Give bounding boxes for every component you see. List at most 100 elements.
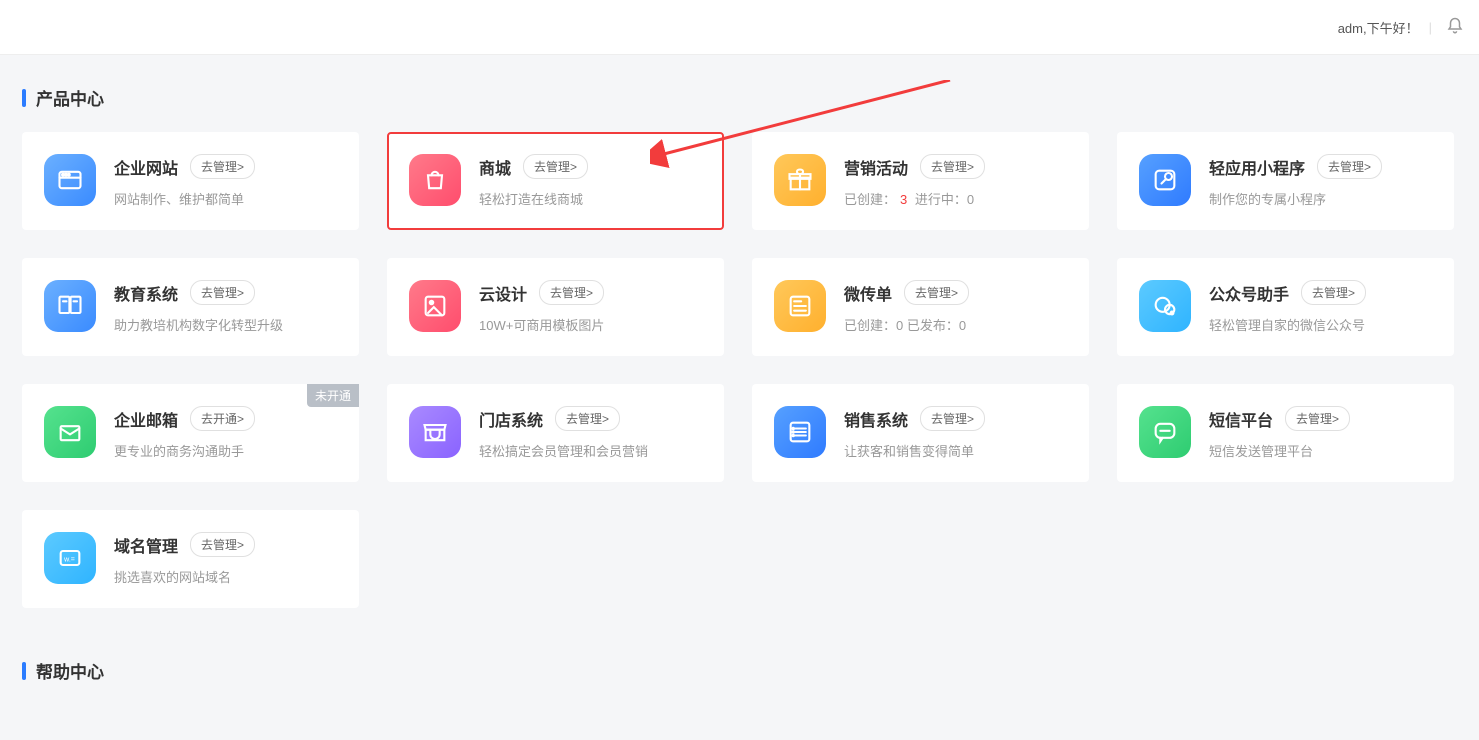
card-subtitle: 短信发送管理平台 [1209,441,1434,460]
manage-button[interactable]: 去管理> [1285,406,1350,431]
card-subtitle: 让获客和销售变得简单 [844,441,1069,460]
card-body: 域名管理去管理> 挑选喜欢的网站域名 [114,532,339,586]
manage-button[interactable]: 去管理> [555,406,620,431]
manage-button[interactable]: 去开通> [190,406,255,431]
card-subtitle: 挑选喜欢的网站域名 [114,567,339,586]
card-title: 商城 [479,155,511,179]
card-title-row: 教育系统去管理> [114,280,339,305]
topbar: adm,下午好！ | [0,0,1479,55]
product-card[interactable]: w.= 域名管理去管理> 挑选喜欢的网站域名 [22,510,359,608]
card-subtitle-part: 已创建： [844,192,896,207]
card-title: 短信平台 [1209,407,1273,431]
image-icon [409,280,461,332]
card-title: 域名管理 [114,533,178,557]
news-icon [774,280,826,332]
user-greeting: adm,下午好！ [1338,18,1419,37]
card-subtitle: 制作您的专属小程序 [1209,189,1434,208]
product-card[interactable]: 未开通企业邮箱去开通>更专业的商务沟通助手 [22,384,359,482]
card-subtitle: 10W+可商用模板图片 [479,315,704,334]
card-title-row: 企业邮箱去开通> [114,406,339,431]
card-subtitle: 更专业的商务沟通助手 [114,441,339,460]
manage-button[interactable]: 去管理> [539,280,604,305]
card-body: 云设计去管理> 10W+可商用模板图片 [479,280,704,334]
card-body: 销售系统去管理> 让获客和销售变得简单 [844,406,1069,460]
card-title-row: 短信平台去管理> [1209,406,1434,431]
card-body: 门店系统去管理> 轻松搞定会员管理和会员营销 [479,406,704,460]
section-title-text: 产品中心 [36,85,104,110]
section-bar-icon [22,89,26,107]
product-card[interactable]: 销售系统去管理> 让获客和销售变得简单 [752,384,1089,482]
card-title: 销售系统 [844,407,908,431]
product-card[interactable]: 门店系统去管理> 轻松搞定会员管理和会员营销 [387,384,724,482]
card-title-row: 轻应用小程序去管理> [1209,154,1434,179]
manage-button[interactable]: 去管理> [920,154,985,179]
card-subtitle: 已创建：0 已发布：0 [844,315,1069,334]
card-subtitle: 助力教培机构数字化转型升级 [114,315,339,334]
card-body: 公众号助手去管理> 轻松管理自家的微信公众号 [1209,280,1434,334]
domain-icon: w.= [44,532,96,584]
mail-icon [44,406,96,458]
book-icon [44,280,96,332]
card-subtitle-part: 已创建：0 已发布：0 [844,318,966,333]
manage-button[interactable]: 去管理> [1317,154,1382,179]
bag-icon [409,154,461,206]
product-card[interactable]: 教育系统去管理> 助力教培机构数字化转型升级 [22,258,359,356]
msg-icon [1139,406,1191,458]
products-grid: 企业网站去管理>网站制作、维护都简单商城去管理>轻松打造在线商城营销活动去管理>… [0,132,1479,608]
card-title-row: 企业网站去管理> [114,154,339,179]
card-subtitle: 轻松管理自家的微信公众号 [1209,315,1434,334]
manage-button[interactable]: 去管理> [920,406,985,431]
card-body: 商城去管理> 轻松打造在线商城 [479,154,704,208]
card-title-row: 营销活动去管理> [844,154,1069,179]
manage-button[interactable]: 去管理> [190,532,255,557]
card-title: 云设计 [479,281,527,305]
card-title-row: 云设计去管理> [479,280,704,305]
card-title-row: 销售系统去管理> [844,406,1069,431]
gift-icon [774,154,826,206]
link-icon [1139,154,1191,206]
manage-button[interactable]: 去管理> [190,280,255,305]
product-card[interactable]: 企业网站去管理> 网站制作、维护都简单 [22,132,359,230]
product-card[interactable]: 营销活动去管理> 已创建： 3 进行中：0 [752,132,1089,230]
card-title: 公众号助手 [1209,281,1289,305]
product-card[interactable]: 商城去管理> 轻松打造在线商城 [387,132,724,230]
svg-text:w.=: w.= [63,557,75,564]
card-body: 轻应用小程序去管理> 制作您的专属小程序 [1209,154,1434,208]
product-card[interactable]: 微传单去管理> 已创建：0 已发布：0 [752,258,1089,356]
window-icon [44,154,96,206]
product-card[interactable]: 公众号助手去管理> 轻松管理自家的微信公众号 [1117,258,1454,356]
topbar-divider: | [1429,20,1432,35]
card-title: 门店系统 [479,407,543,431]
card-body: 企业网站去管理> 网站制作、维护都简单 [114,154,339,208]
card-subtitle: 已创建： 3 进行中：0 [844,189,1069,208]
manage-button[interactable]: 去管理> [904,280,969,305]
product-card[interactable]: 短信平台去管理> 短信发送管理平台 [1117,384,1454,482]
card-title-row: 公众号助手去管理> [1209,280,1434,305]
card-subtitle: 轻松搞定会员管理和会员营销 [479,441,704,460]
card-title-row: 微传单去管理> [844,280,1069,305]
store-icon [409,406,461,458]
card-subtitle-part: 3 [900,192,907,207]
product-card[interactable]: 轻应用小程序去管理> 制作您的专属小程序 [1117,132,1454,230]
card-subtitle: 网站制作、维护都简单 [114,189,339,208]
section-products-title: 产品中心 [22,85,1479,110]
card-body: 企业邮箱去开通> 更专业的商务沟通助手 [114,406,339,460]
product-card[interactable]: 云设计去管理> 10W+可商用模板图片 [387,258,724,356]
section-bar-icon [22,662,26,680]
card-subtitle: 轻松打造在线商城 [479,189,704,208]
notification-icon[interactable] [1442,17,1464,38]
card-title: 企业邮箱 [114,407,178,431]
card-title-row: 门店系统去管理> [479,406,704,431]
card-title-row: 域名管理去管理> [114,532,339,557]
manage-button[interactable]: 去管理> [190,154,255,179]
card-body: 教育系统去管理> 助力教培机构数字化转型升级 [114,280,339,334]
list-icon [774,406,826,458]
wechat-icon [1139,280,1191,332]
card-body: 营销活动去管理> 已创建： 3 进行中：0 [844,154,1069,208]
card-title: 企业网站 [114,155,178,179]
manage-button[interactable]: 去管理> [1301,280,1366,305]
card-title: 轻应用小程序 [1209,155,1305,179]
status-badge: 未开通 [307,384,359,407]
card-subtitle-part: 进行中：0 [911,192,974,207]
manage-button[interactable]: 去管理> [523,154,588,179]
